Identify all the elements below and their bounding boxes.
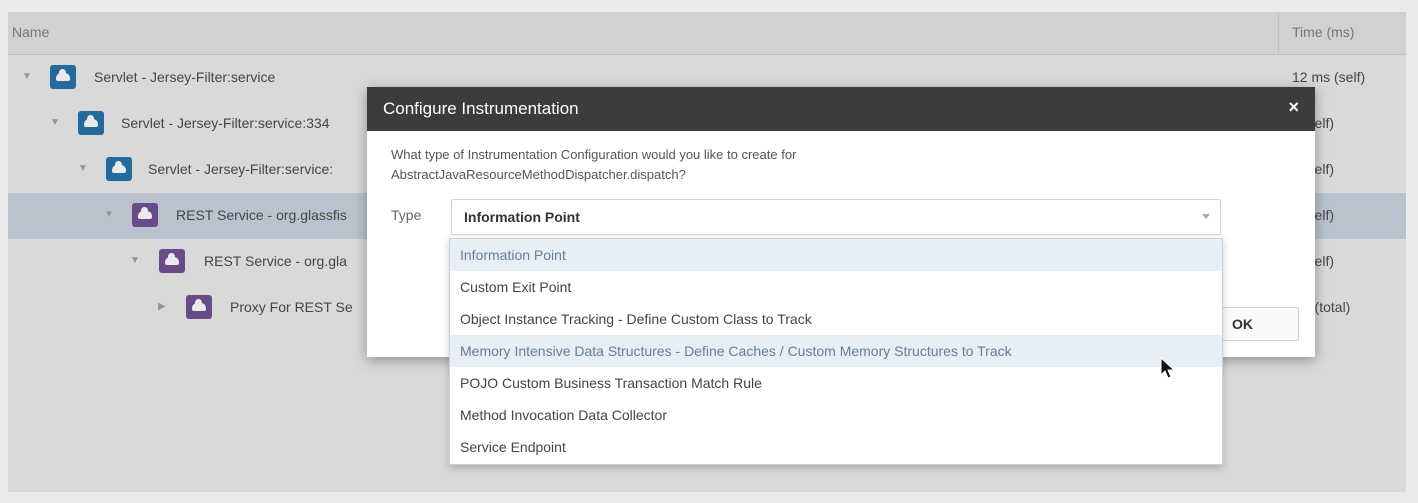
close-icon[interactable]: × [1288,97,1299,118]
dialog-question: What type of Instrumentation Configurati… [391,145,991,185]
dropdown-option[interactable]: Object Instance Tracking - Define Custom… [450,303,1222,335]
dialog-titlebar: Configure Instrumentation × [367,87,1315,131]
question-line: What type of Instrumentation Configurati… [391,147,797,162]
dropdown-option-hovered[interactable]: Memory Intensive Data Structures - Defin… [450,335,1222,367]
type-label: Type [391,207,422,223]
dialog-title: Configure Instrumentation [383,99,579,118]
chevron-down-icon[interactable] [1202,214,1210,219]
dropdown-option[interactable]: Custom Exit Point [450,271,1222,303]
type-dropdown-list: Information Point Custom Exit Point Obje… [449,238,1223,465]
dropdown-option[interactable]: Information Point [450,239,1222,271]
type-select-value: Information Point [464,209,580,225]
option-label: POJO Custom Business Transaction Match R… [460,375,762,391]
type-select[interactable]: Information Point [451,199,1221,235]
ok-button[interactable]: OK [1221,307,1299,341]
option-label: Object Instance Tracking - Define Custom… [460,311,812,327]
option-label: Service Endpoint [460,439,566,455]
ok-button-label: OK [1232,316,1253,332]
dropdown-option[interactable]: Method Invocation Data Collector [450,399,1222,431]
option-label: Memory Intensive Data Structures - Defin… [460,343,1012,359]
dropdown-option[interactable]: POJO Custom Business Transaction Match R… [450,367,1222,399]
option-label: Information Point [460,247,566,263]
question-method: AbstractJavaResourceMethodDispatcher.dis… [391,167,686,182]
option-label: Method Invocation Data Collector [460,407,667,423]
dropdown-option[interactable]: Service Endpoint [450,431,1222,463]
mouse-pointer-icon [1160,357,1176,379]
option-label: Custom Exit Point [460,279,572,295]
